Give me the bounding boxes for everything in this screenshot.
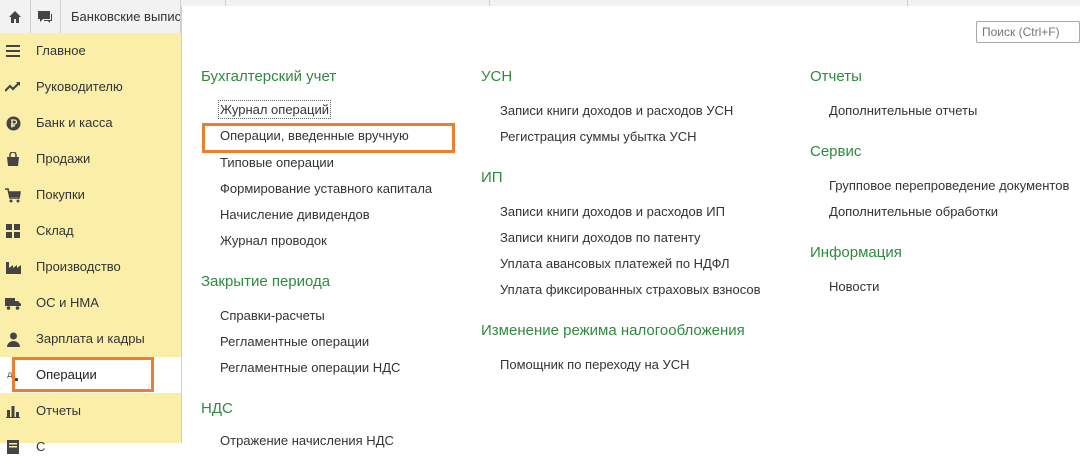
section-title-service: Сервис [810,143,862,160]
sidebar-item-label: С [36,439,46,454]
chat-icon [38,10,52,23]
link-manual-operations[interactable]: Операции, введенные вручную [220,128,409,143]
link-usn-transition-wizard[interactable]: Помощник по переходу на УСН [500,357,690,372]
truck-icon [5,295,21,311]
sidebar-item-fixed-assets[interactable]: ОС и НМА [0,285,181,321]
cart-icon [5,187,21,203]
document-icon [5,439,21,455]
link-typical-operations[interactable]: Типовые операции [220,155,334,170]
sidebar-item-reports[interactable]: Отчеты [0,393,181,429]
shopping-bag-icon [5,151,21,167]
link-dividends[interactable]: Начисление дивидендов [220,207,370,222]
sidebar-item-production[interactable]: Производство [0,249,181,285]
link-group-reposting[interactable]: Групповое перепроведение документов [829,178,1069,193]
section-title-tax-mode: Изменение режима налогообложения [481,322,745,339]
link-ndfl-advance[interactable]: Уплата авансовых платежей по НДФЛ [500,256,730,271]
section-title-info: Информация [810,244,902,261]
link-additional-reports[interactable]: Дополнительные отчеты [829,103,977,118]
link-news[interactable]: Новости [829,279,879,294]
link-ip-book[interactable]: Записи книги доходов и расходов ИП [500,204,725,219]
sidebar-item-operations[interactable]: д Операции [0,357,181,393]
bar-chart-icon [5,403,21,419]
home-button[interactable] [0,0,31,33]
sidebar-item-salary[interactable]: Зарплата и кадры [0,321,181,357]
sidebar-item-warehouse[interactable]: Склад [0,213,181,249]
link-regulatory-operations[interactable]: Регламентные операции [220,334,369,349]
home-icon [9,10,21,23]
link-calculation-certificates[interactable]: Справки-расчеты [220,308,325,323]
link-operations-journal[interactable]: Журнал операций [218,100,331,119]
section-title-ip: ИП [481,169,503,186]
sidebar-item-label: Покупки [36,187,85,202]
warehouse-grid-icon [5,223,21,239]
link-charter-capital[interactable]: Формирование уставного капитала [220,181,432,196]
tab-bank-statements[interactable]: Банковские выпис [61,0,181,33]
sidebar-item-label: Главное [36,43,86,58]
sidebar-item-purchases[interactable]: Покупки [0,177,181,213]
trend-up-icon [5,79,21,95]
section-title-vat: НДС [201,400,233,417]
ruble-coin-icon [5,115,21,131]
sections-sidebar: Главное Руководителю Банк и касса Продаж… [0,33,182,454]
link-regulatory-operations-vat[interactable]: Регламентные операции НДС [220,360,400,375]
menu-lines-icon [5,43,21,59]
sidebar-item-label: Продажи [36,151,91,166]
link-additional-processing[interactable]: Дополнительные обработки [829,204,998,219]
person-icon [5,331,21,347]
section-title-accounting: Бухгалтерский учет [201,68,337,85]
section-title-reports: Отчеты [810,68,862,85]
operations-icon: д [5,367,21,383]
link-insurance-payments[interactable]: Уплата фиксированных страховых взносов [500,282,760,297]
search-input[interactable] [976,21,1080,43]
section-title-usn: УСН [481,68,513,85]
link-usn-loss[interactable]: Регистрация суммы убытка УСН [500,129,697,144]
sidebar-item-more[interactable]: С [0,429,181,465]
link-patent-book[interactable]: Записи книги доходов по патенту [500,230,700,245]
link-postings-journal[interactable]: Журнал проводок [220,233,327,248]
tab-label: Банковские выпис [71,9,181,24]
link-usn-book[interactable]: Записи книги доходов и расходов УСН [500,103,733,118]
discussions-button[interactable] [30,0,61,33]
svg-text:д: д [7,370,13,379]
sidebar-item-label: Банк и касса [36,115,113,130]
sidebar-item-label: ОС и НМА [36,295,99,310]
sidebar-item-manager[interactable]: Руководителю [0,69,181,105]
sidebar-item-label: Производство [36,259,121,274]
factory-icon [5,259,21,275]
sidebar-item-label: Зарплата и кадры [36,331,145,346]
link-vat-accrual[interactable]: Отражение начисления НДС [220,433,394,448]
sidebar-item-sales[interactable]: Продажи [0,141,181,177]
sidebar-item-label: Операции [36,367,97,382]
section-title-closing: Закрытие периода [201,273,331,290]
sidebar-item-label: Отчеты [36,403,81,418]
sidebar-item-bank[interactable]: Банк и касса [0,105,181,141]
sidebar-item-label: Склад [36,223,74,238]
sidebar-item-main[interactable]: Главное [0,33,181,69]
sidebar-item-label: Руководителю [36,79,123,94]
